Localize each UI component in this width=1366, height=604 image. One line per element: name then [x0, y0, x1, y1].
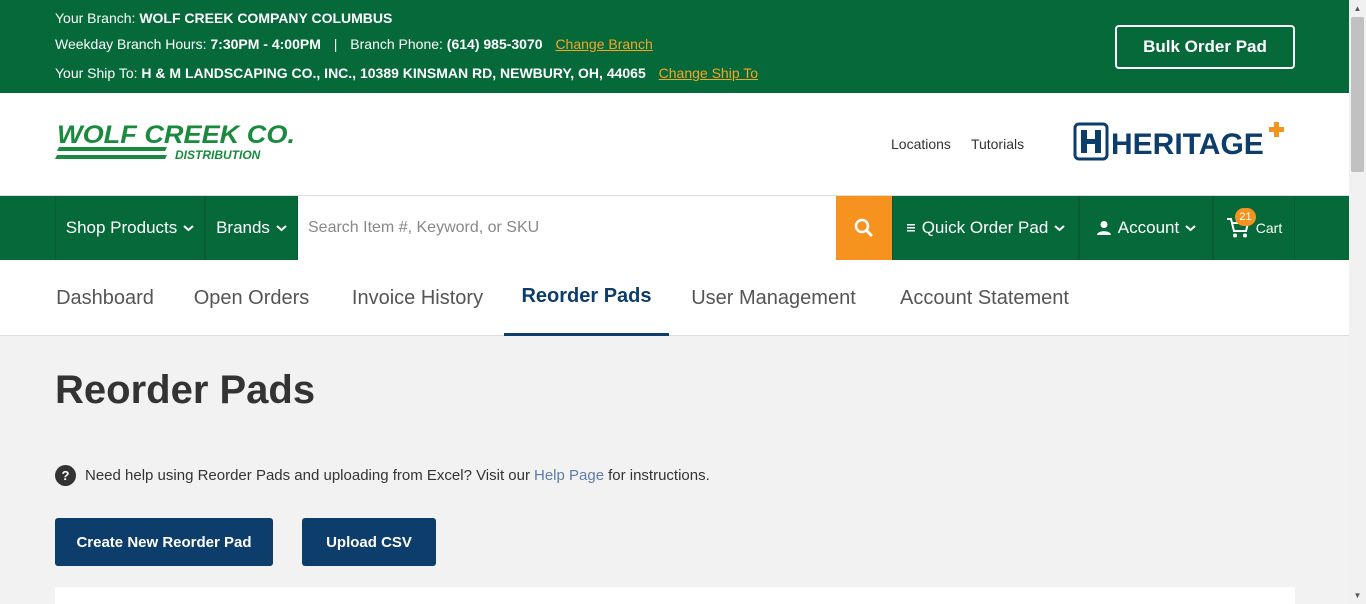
- wolf-creek-logo[interactable]: WOLF CREEK CO. DISTRIBUTION: [55, 123, 300, 165]
- shipto-label: Your Ship To:: [55, 65, 138, 81]
- branch-label: Your Branch:: [55, 10, 136, 26]
- change-shipto-link[interactable]: Change Ship To: [659, 65, 758, 81]
- chevron-down-icon: [1185, 225, 1196, 232]
- quick-order-label: Quick Order Pad: [921, 218, 1049, 237]
- search-box: [298, 196, 836, 260]
- scroll-down-icon[interactable]: ▼: [1349, 587, 1366, 604]
- tab-invoice-history[interactable]: Invoice History: [330, 260, 505, 336]
- shipto-line: Your Ship To: H & M LANDSCAPING CO., INC…: [55, 65, 758, 81]
- hours-label: Weekday Branch Hours:: [55, 36, 207, 52]
- chevron-down-icon: [276, 225, 287, 232]
- search-button[interactable]: [836, 196, 892, 260]
- tab-open-orders[interactable]: Open Orders: [173, 260, 330, 336]
- scroll-thumb[interactable]: [1351, 17, 1364, 172]
- shop-products-label: Shop Products: [65, 218, 178, 237]
- hours-value: 7:30PM - 4:00PM: [210, 36, 321, 52]
- account-tabs: Dashboard Open Orders Invoice History Re…: [0, 260, 1349, 336]
- chevron-down-icon: [183, 225, 194, 232]
- tab-account-statement[interactable]: Account Statement: [878, 260, 1091, 336]
- tab-reorder-pads[interactable]: Reorder Pads: [504, 260, 669, 336]
- bulk-order-pad-button[interactable]: Bulk Order Pad: [1115, 25, 1295, 69]
- scroll-up-icon[interactable]: ▲: [1349, 0, 1366, 17]
- hours-line: Weekday Branch Hours: 7:30PM - 4:00PM | …: [55, 36, 653, 52]
- site-header: WOLF CREEK CO. DISTRIBUTION Locations Tu…: [0, 93, 1349, 196]
- help-text-after: for instructions.: [608, 467, 710, 484]
- reorder-pads-card: [55, 587, 1295, 604]
- svg-text:WOLF CREEK CO.: WOLF CREEK CO.: [57, 123, 295, 149]
- header-links: Locations Tutorials: [891, 136, 1024, 152]
- svg-text:HERITAGE: HERITAGE: [1111, 128, 1264, 161]
- account-label: Account: [1117, 218, 1180, 237]
- brands-button[interactable]: Brands: [205, 196, 298, 260]
- cart-button[interactable]: Cart: [1213, 196, 1295, 260]
- upload-csv-button[interactable]: Upload CSV: [302, 518, 436, 566]
- branch-info-bar: Your Branch: WOLF CREEK COMPANY COLUMBUS…: [0, 0, 1349, 93]
- shipto-value: H & M LANDSCAPING CO., INC., 10389 KINSM…: [141, 65, 646, 81]
- tutorials-link[interactable]: Tutorials: [971, 136, 1024, 152]
- user-icon: [1096, 221, 1111, 235]
- list-icon: [906, 224, 915, 232]
- help-page-link[interactable]: Help Page: [534, 467, 604, 484]
- branch-name: WOLF CREEK COMPANY COLUMBUS: [139, 10, 393, 26]
- page-scrollbar[interactable]: ▲ ▼: [1349, 0, 1366, 604]
- cart-count-badge: 21: [1235, 208, 1256, 226]
- chevron-down-icon: [1054, 225, 1065, 232]
- account-button[interactable]: Account: [1079, 196, 1213, 260]
- tab-dashboard[interactable]: Dashboard: [37, 260, 173, 336]
- tab-user-management[interactable]: User Management: [669, 260, 878, 336]
- cart-label: Cart: [1255, 220, 1283, 236]
- svg-text:DISTRIBUTION: DISTRIBUTION: [175, 148, 261, 162]
- shop-products-button[interactable]: Shop Products: [55, 196, 205, 260]
- create-reorder-pad-button[interactable]: Create New Reorder Pad: [55, 518, 273, 566]
- search-input[interactable]: [308, 219, 836, 237]
- page-title: Reorder Pads: [55, 368, 316, 412]
- phone-value: (614) 985-3070: [446, 36, 543, 52]
- change-branch-link[interactable]: Change Branch: [555, 36, 652, 52]
- help-notice: ? Need help using Reorder Pads and uploa…: [55, 465, 710, 486]
- phone-label: Branch Phone:: [350, 36, 443, 52]
- separator: |: [333, 36, 338, 52]
- brands-label: Brands: [216, 218, 270, 237]
- locations-link[interactable]: Locations: [891, 136, 951, 152]
- search-icon: [854, 218, 874, 238]
- heritage-logo: HERITAGE: [1073, 122, 1284, 161]
- help-text-before: Need help using Reorder Pads and uploadi…: [85, 467, 530, 484]
- quick-order-pad-button[interactable]: Quick Order Pad: [892, 196, 1079, 260]
- main-nav: Shop Products Brands Quick Order Pad Acc…: [0, 196, 1349, 260]
- help-icon: ?: [55, 465, 76, 486]
- branch-line: Your Branch: WOLF CREEK COMPANY COLUMBUS: [55, 10, 392, 26]
